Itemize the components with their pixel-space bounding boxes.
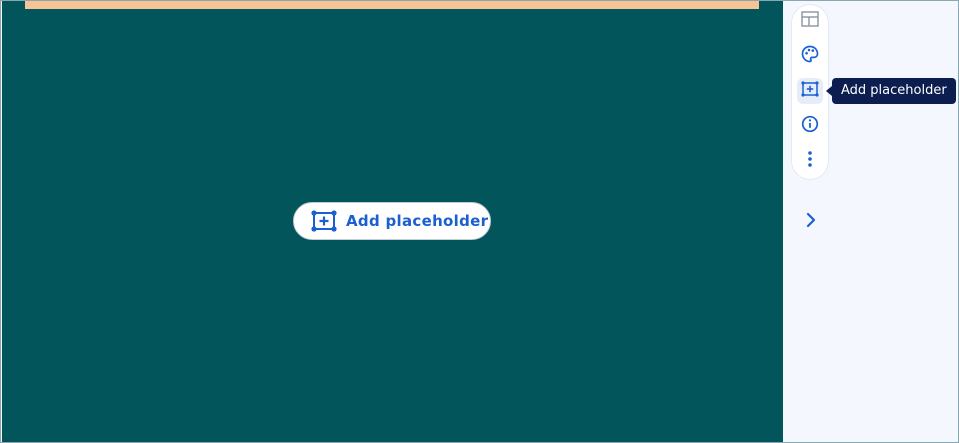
palette-icon — [801, 45, 819, 67]
layout-icon — [801, 11, 819, 31]
more-button[interactable] — [797, 148, 823, 174]
tooltip: Add placeholder — [832, 78, 956, 104]
theme-button[interactable] — [797, 43, 823, 69]
add-placeholder-button[interactable]: Add placeholder — [293, 202, 491, 240]
add-placeholder-icon — [311, 210, 337, 232]
more-vertical-icon — [807, 150, 813, 172]
layout-button[interactable] — [797, 8, 823, 34]
chevron-right-icon — [806, 212, 816, 232]
add-placeholder-label: Add placeholder — [346, 212, 489, 230]
app-frame: Add placeholder Add placeholder — [0, 0, 959, 443]
right-sidebar: Add placeholder — [783, 1, 958, 442]
info-icon — [801, 115, 819, 137]
canvas-top-bar — [25, 1, 759, 9]
add-placeholder-icon — [801, 81, 819, 101]
expand-panel-button[interactable] — [801, 211, 821, 233]
info-button[interactable] — [797, 113, 823, 139]
add-placeholder-tool-button[interactable] — [797, 78, 823, 104]
slide-canvas[interactable]: Add placeholder — [2, 1, 783, 442]
vertical-toolbar — [792, 5, 828, 179]
